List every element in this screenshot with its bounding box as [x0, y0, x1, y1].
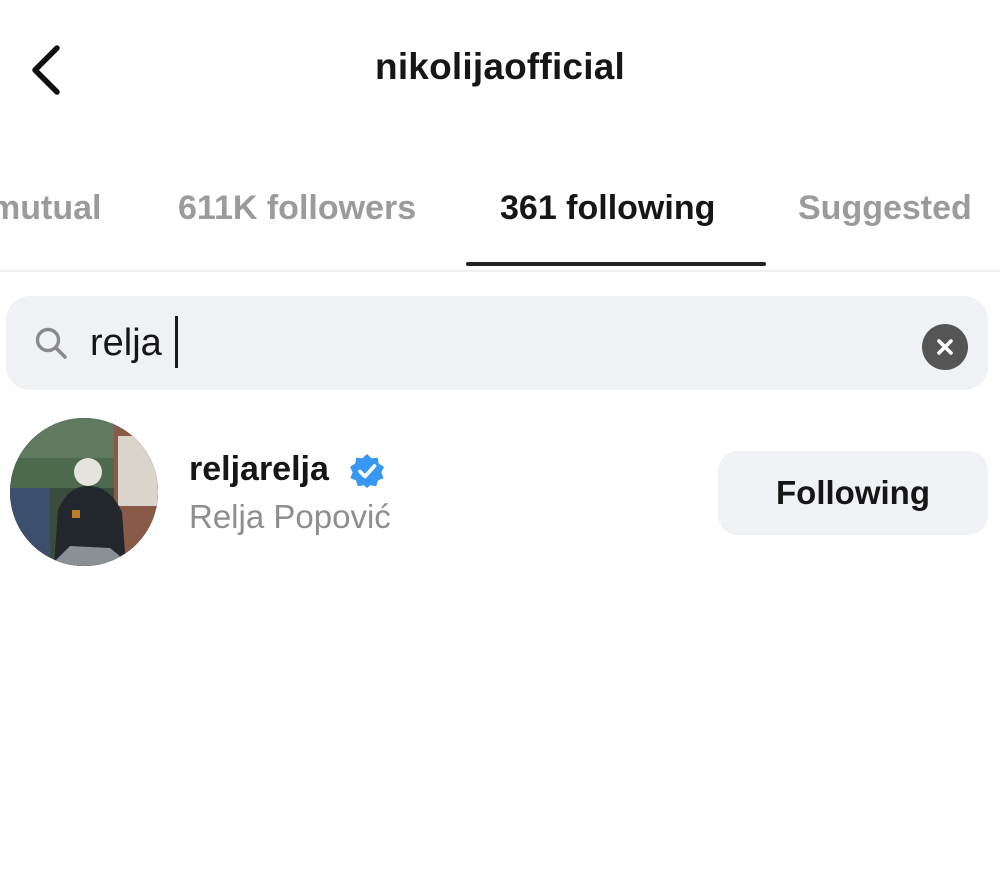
username[interactable]: reljarelja: [189, 450, 329, 489]
avatar[interactable]: [10, 418, 158, 566]
tab-followers[interactable]: 611K followers: [178, 189, 416, 228]
search-bar: [6, 296, 988, 390]
search-input[interactable]: [90, 314, 890, 372]
search-icon: [35, 327, 67, 359]
active-tab-indicator: [466, 262, 766, 266]
tab-following[interactable]: 361 following: [500, 189, 715, 228]
page-title: nikolijaofficial: [375, 46, 625, 87]
tab-suggested[interactable]: Suggested: [798, 189, 972, 228]
text-cursor: [175, 316, 178, 368]
clear-search-button[interactable]: [922, 324, 968, 370]
profile-tabs: mutual 611K followers 361 following Sugg…: [0, 175, 1000, 272]
following-button[interactable]: Following: [718, 451, 988, 535]
clear-icon: [937, 339, 953, 355]
top-bar: nikolijaofficial: [0, 0, 1000, 140]
verified-badge-icon: [350, 454, 384, 488]
full-name: Relja Popović: [189, 498, 391, 535]
tab-mutual[interactable]: mutual: [0, 189, 101, 228]
